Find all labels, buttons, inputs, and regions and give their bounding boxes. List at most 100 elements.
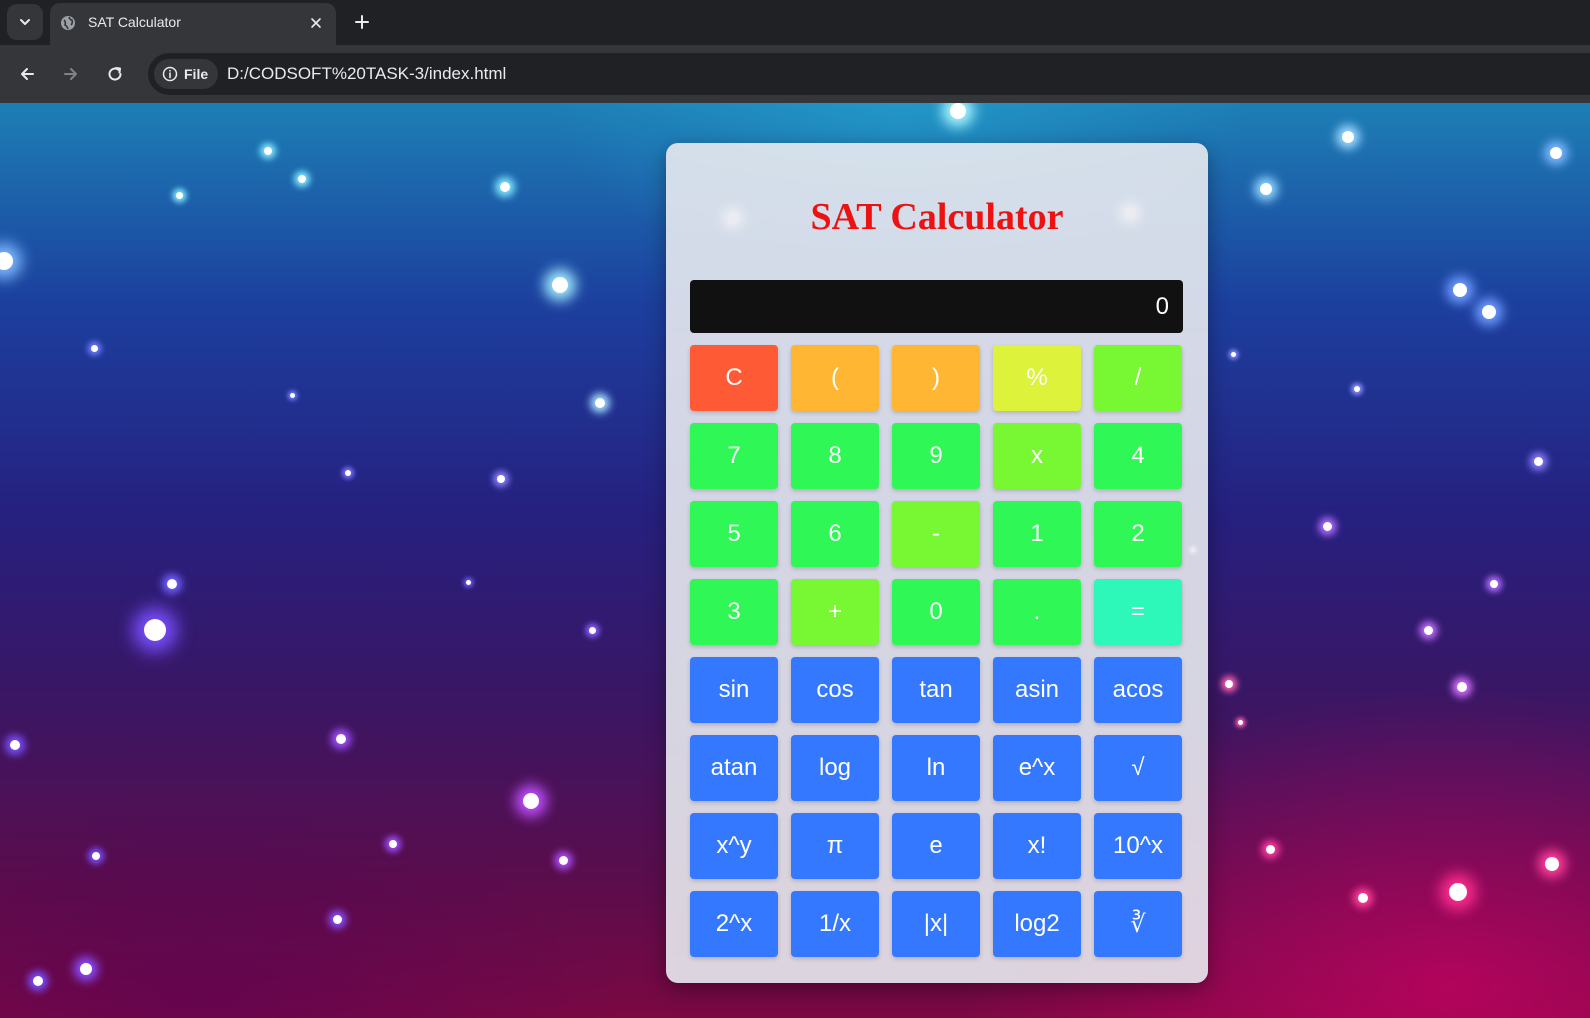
key-button[interactable]: C bbox=[690, 345, 778, 411]
key-button[interactable]: log2 bbox=[993, 891, 1081, 957]
key-button[interactable]: e bbox=[892, 813, 980, 879]
star-glow bbox=[33, 976, 43, 986]
key-button[interactable]: . bbox=[993, 579, 1081, 645]
star-glow bbox=[92, 852, 100, 860]
star-glow bbox=[950, 103, 966, 119]
key-button[interactable]: 1 bbox=[993, 501, 1081, 567]
star-glow bbox=[332, 914, 342, 924]
star-glow bbox=[298, 175, 306, 183]
calculator-display: 0 bbox=[690, 280, 1183, 333]
key-button[interactable]: 4 bbox=[1094, 423, 1182, 489]
calculator-title: SAT Calculator bbox=[810, 196, 1064, 238]
browser-toolbar: File D:/CODSOFT%20TASK-3/index.html bbox=[0, 45, 1590, 103]
key-button[interactable]: % bbox=[993, 345, 1081, 411]
calculator: SAT Calculator 0 C()%/ 7 8 9 x 4 5 6-1 2 3 +0. = sin… bbox=[666, 143, 1208, 983]
key-button[interactable]: x^y bbox=[690, 813, 778, 879]
star-glow bbox=[144, 619, 166, 641]
star-glow bbox=[465, 579, 471, 585]
star-glow bbox=[595, 398, 605, 408]
key-button[interactable]: atan bbox=[690, 735, 778, 801]
site-info-chip[interactable]: File bbox=[154, 59, 218, 89]
star-glow bbox=[500, 182, 510, 192]
key-button[interactable]: sin bbox=[690, 657, 778, 723]
key-button[interactable]: 9 bbox=[892, 423, 980, 489]
tab-list-button[interactable] bbox=[7, 4, 43, 40]
star-glow bbox=[389, 840, 397, 848]
key-button[interactable]: 2 bbox=[1094, 501, 1182, 567]
key-button[interactable]: - bbox=[892, 501, 980, 567]
star-glow bbox=[1342, 131, 1354, 143]
star-glow bbox=[1490, 580, 1498, 588]
star-glow bbox=[1354, 386, 1360, 392]
key-button[interactable]: |x| bbox=[892, 891, 980, 957]
key-button[interactable]: ( bbox=[791, 345, 879, 411]
key-button[interactable]: cos bbox=[791, 657, 879, 723]
star-glow bbox=[1423, 625, 1433, 635]
key-button[interactable]: acos bbox=[1094, 657, 1182, 723]
star-glow bbox=[90, 344, 98, 352]
address-bar[interactable]: File D:/CODSOFT%20TASK-3/index.html bbox=[148, 53, 1590, 95]
star-glow bbox=[1545, 857, 1559, 871]
forward-arrow-icon bbox=[64, 68, 77, 80]
globe-icon bbox=[61, 16, 75, 30]
star-glow bbox=[1225, 680, 1233, 688]
forward-button[interactable] bbox=[56, 59, 86, 89]
back-arrow-icon bbox=[21, 68, 34, 80]
star-glow bbox=[1322, 521, 1332, 531]
key-button[interactable]: 3 bbox=[690, 579, 778, 645]
key-button[interactable]: 6 bbox=[791, 501, 879, 567]
back-button[interactable] bbox=[12, 59, 42, 89]
star-glow bbox=[0, 252, 13, 270]
reload-button[interactable] bbox=[100, 59, 130, 89]
close-icon bbox=[311, 18, 321, 28]
star-glow bbox=[175, 191, 183, 199]
star-glow bbox=[1457, 682, 1467, 692]
star-glow bbox=[1265, 844, 1275, 854]
star-glow bbox=[1237, 719, 1243, 725]
star-glow bbox=[289, 392, 295, 398]
key-button[interactable]: x bbox=[993, 423, 1081, 489]
key-button[interactable]: = bbox=[1094, 579, 1182, 645]
key-button[interactable]: 0 bbox=[892, 579, 980, 645]
key-button[interactable]: e^x bbox=[993, 735, 1081, 801]
star-glow bbox=[1550, 147, 1562, 159]
star-glow bbox=[558, 855, 568, 865]
display-value: 0 bbox=[1155, 292, 1169, 320]
key-button[interactable]: √ bbox=[1094, 735, 1182, 801]
star-glow bbox=[336, 734, 346, 744]
star-glow bbox=[80, 963, 92, 975]
star-glow bbox=[588, 626, 596, 634]
star-glow bbox=[1260, 183, 1272, 195]
key-button[interactable]: 8 bbox=[791, 423, 879, 489]
tab-close-button[interactable] bbox=[305, 12, 327, 34]
key-button[interactable]: π bbox=[791, 813, 879, 879]
key-button[interactable]: + bbox=[791, 579, 879, 645]
star-glow bbox=[1358, 893, 1368, 903]
plus-icon bbox=[355, 15, 369, 29]
key-button[interactable]: 2^x bbox=[690, 891, 778, 957]
star-glow bbox=[345, 470, 351, 476]
star-glow bbox=[1230, 351, 1236, 357]
new-tab-button[interactable] bbox=[348, 8, 376, 36]
star-glow bbox=[1482, 305, 1496, 319]
key-button[interactable]: / bbox=[1094, 345, 1182, 411]
key-button[interactable]: x! bbox=[993, 813, 1081, 879]
key-button[interactable]: 7 bbox=[690, 423, 778, 489]
key-button[interactable]: tan bbox=[892, 657, 980, 723]
key-button[interactable]: ln bbox=[892, 735, 980, 801]
site-chip-label: File bbox=[184, 66, 209, 82]
keypad: C()%/ 7 8 9 x 4 5 6-1 2 3 +0. = sin cos tan asin acos ata… bbox=[690, 345, 1182, 957]
key-button[interactable]: ) bbox=[892, 345, 980, 411]
key-button[interactable]: 1/x bbox=[791, 891, 879, 957]
key-button[interactable]: 10^x bbox=[1094, 813, 1182, 879]
star-glow bbox=[1453, 283, 1467, 297]
browser-tab[interactable]: SAT Calculator bbox=[50, 3, 336, 45]
star-glow bbox=[552, 277, 568, 293]
star-glow bbox=[167, 579, 177, 589]
info-icon bbox=[162, 66, 178, 82]
key-button[interactable]: asin bbox=[993, 657, 1081, 723]
key-button[interactable]: 5 bbox=[690, 501, 778, 567]
url-text[interactable]: D:/CODSOFT%20TASK-3/index.html bbox=[227, 64, 506, 84]
key-button[interactable]: log bbox=[791, 735, 879, 801]
key-button[interactable]: ∛ bbox=[1094, 891, 1182, 957]
